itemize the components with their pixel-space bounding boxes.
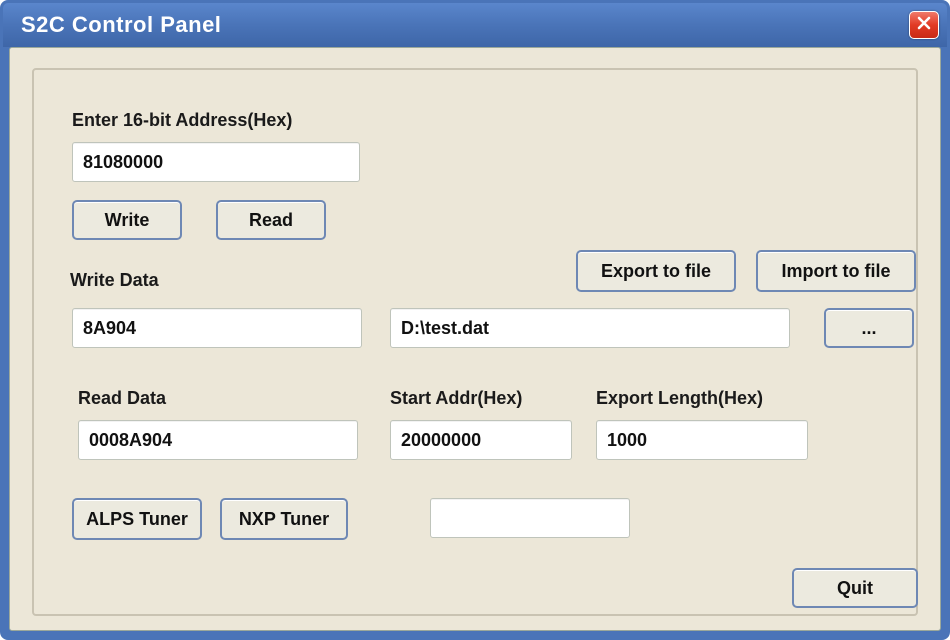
- read-data-input[interactable]: [78, 420, 358, 460]
- window-title: S2C Control Panel: [21, 12, 221, 38]
- start-addr-label: Start Addr(Hex): [390, 388, 522, 409]
- address-input[interactable]: [72, 142, 360, 182]
- address-label: Enter 16-bit Address(Hex): [72, 110, 292, 131]
- write-data-label: Write Data: [70, 270, 159, 291]
- read-button[interactable]: Read: [216, 200, 326, 240]
- quit-button[interactable]: Quit: [792, 568, 918, 608]
- nxp-tuner-button[interactable]: NXP Tuner: [220, 498, 348, 540]
- main-panel: Enter 16-bit Address(Hex) Write Read Exp…: [32, 68, 918, 616]
- app-window: S2C Control Panel Enter 16-bit Address(H…: [0, 0, 950, 640]
- close-icon: [916, 15, 932, 36]
- close-button[interactable]: [909, 11, 939, 39]
- file-path-input[interactable]: [390, 308, 790, 348]
- titlebar: S2C Control Panel: [3, 3, 947, 47]
- read-data-label: Read Data: [78, 388, 166, 409]
- alps-tuner-button[interactable]: ALPS Tuner: [72, 498, 202, 540]
- import-to-file-button[interactable]: Import to file: [756, 250, 916, 292]
- write-data-input[interactable]: [72, 308, 362, 348]
- export-length-label: Export Length(Hex): [596, 388, 763, 409]
- client-area: Enter 16-bit Address(Hex) Write Read Exp…: [9, 47, 941, 631]
- export-length-input[interactable]: [596, 420, 808, 460]
- tuner-status-input[interactable]: [430, 498, 630, 538]
- browse-button[interactable]: ...: [824, 308, 914, 348]
- start-addr-input[interactable]: [390, 420, 572, 460]
- export-to-file-button[interactable]: Export to file: [576, 250, 736, 292]
- write-button[interactable]: Write: [72, 200, 182, 240]
